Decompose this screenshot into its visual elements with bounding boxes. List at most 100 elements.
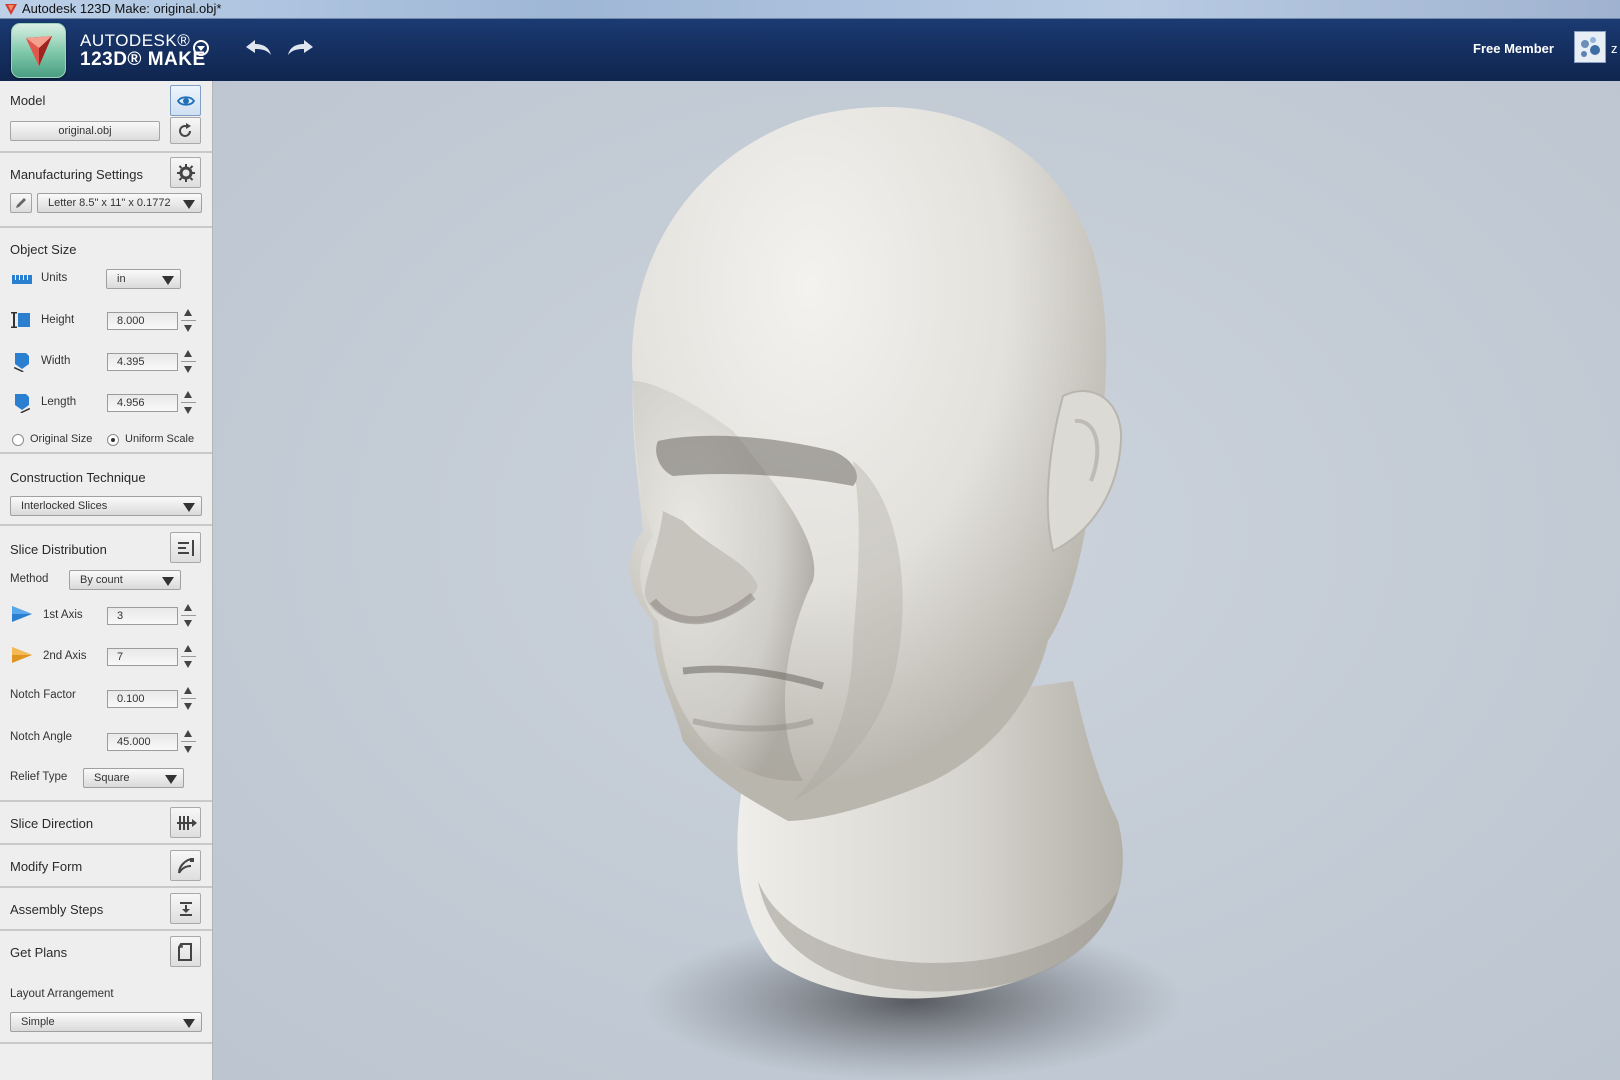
relief-type-label: Relief Type [10, 771, 68, 783]
app-icon [5, 4, 17, 15]
length-label: Length [41, 396, 77, 408]
modify-form-title: Modify Form [10, 859, 83, 874]
logo-icon [26, 36, 52, 66]
section-get-plans: Get Plans Layout Arrangement Simple [0, 931, 212, 1044]
height-icon [11, 312, 30, 328]
reload-model-button[interactable] [170, 117, 201, 144]
user-name[interactable]: z [1611, 41, 1618, 56]
construction-dropdown[interactable]: Interlocked Slices [10, 496, 202, 516]
assembly-icon [180, 902, 192, 916]
head-model[interactable] [213, 81, 1620, 1080]
first-axis-icon [12, 606, 32, 622]
width-input[interactable]: 4.395 [107, 353, 178, 371]
height-input[interactable]: 8.000 [107, 312, 178, 330]
second-axis-input[interactable]: 7 [107, 648, 178, 666]
list-icon [178, 540, 194, 556]
get-plans-button[interactable] [170, 936, 201, 967]
chevron-down-icon [183, 503, 195, 512]
membership-status[interactable]: Free Member [1473, 41, 1554, 56]
method-value: By count [80, 574, 123, 586]
manufacturing-settings-button[interactable] [170, 157, 201, 188]
relief-type-value: Square [94, 772, 130, 784]
app-logo[interactable] [11, 23, 66, 78]
chevron-down-icon [162, 577, 174, 586]
layout-arrangement-dropdown[interactable]: Simple [10, 1012, 202, 1032]
length-input[interactable]: 4.956 [107, 394, 178, 412]
second-axis-icon [12, 647, 32, 663]
length-icon [15, 394, 31, 413]
slice-direction-title: Slice Direction [10, 816, 94, 831]
slice-distribution-button[interactable] [170, 532, 201, 563]
redo-button[interactable] [286, 37, 316, 59]
original-size-label: Original Size [30, 433, 93, 445]
layout-arrangement-value: Simple [21, 1016, 55, 1028]
first-axis-input[interactable]: 3 [107, 607, 178, 625]
length-stepper[interactable] [181, 388, 196, 418]
window-title: Autodesk 123D Make: original.obj* [22, 1, 222, 16]
width-label: Width [41, 355, 71, 367]
toggle-model-visibility-button[interactable] [170, 85, 201, 116]
undo-button[interactable] [243, 37, 273, 59]
second-axis-stepper[interactable] [181, 642, 196, 672]
app-menu-button[interactable] [193, 40, 209, 56]
width-stepper[interactable] [181, 347, 196, 377]
slice-distribution-title: Slice Distribution [10, 542, 107, 557]
assembly-steps-title: Assembly Steps [10, 902, 104, 917]
relief-type-dropdown[interactable]: Square [83, 768, 184, 788]
layout-arrangement-label: Layout Arrangement [10, 988, 114, 1000]
second-axis-label: 2nd Axis [43, 650, 87, 662]
section-slice-direction: Slice Direction [0, 802, 212, 845]
section-model: Model original.obj [0, 81, 212, 153]
app-header: AUTODESK® 123D® MAKE Free Member z [0, 19, 1620, 81]
redo-icon [288, 40, 313, 55]
notch-angle-stepper[interactable] [181, 727, 196, 757]
section-object-size: Object Size Units in Height 8.000 Width … [0, 228, 212, 454]
pencil-icon [16, 198, 26, 208]
notch-factor-stepper[interactable] [181, 684, 196, 714]
modify-form-button[interactable] [170, 850, 201, 881]
section-modify-form: Modify Form [0, 845, 212, 888]
notch-angle-input[interactable]: 45.000 [107, 733, 178, 751]
document-icon [178, 943, 192, 961]
first-axis-stepper[interactable] [181, 601, 196, 631]
object-size-title: Object Size [10, 242, 77, 257]
notch-factor-input[interactable]: 0.100 [107, 690, 178, 708]
construction-title: Construction Technique [10, 470, 146, 485]
modify-form-icon [178, 858, 194, 874]
slice-direction-button[interactable] [170, 807, 201, 838]
chevron-down-icon [165, 775, 177, 784]
3d-viewport[interactable] [213, 81, 1620, 1080]
user-avatar[interactable] [1574, 31, 1606, 63]
section-manufacturing-settings: Manufacturing Settings Letter 8.5" x 11"… [0, 153, 212, 228]
units-dropdown[interactable]: in [106, 269, 181, 289]
ruler-icon [12, 275, 32, 284]
height-label: Height [41, 314, 75, 326]
notch-factor-label: Notch Factor [10, 689, 76, 701]
manufacturing-title: Manufacturing Settings [10, 167, 143, 182]
method-label: Method [10, 573, 49, 585]
chevron-down-icon [183, 200, 195, 209]
section-assembly-steps: Assembly Steps [0, 888, 212, 931]
notch-angle-label: Notch Angle [10, 731, 73, 743]
first-axis-label: 1st Axis [43, 609, 83, 621]
height-stepper[interactable] [181, 306, 196, 336]
eye-icon [177, 96, 195, 106]
get-plans-title: Get Plans [10, 945, 68, 960]
construction-value: Interlocked Slices [21, 500, 108, 512]
chevron-down-icon [162, 276, 174, 285]
section-construction-technique: Construction Technique Interlocked Slice… [0, 454, 212, 526]
sheet-size-dropdown[interactable]: Letter 8.5" x 11" x 0.1772 [37, 193, 202, 213]
section-slice-distribution: Slice Distribution Method By count 1st A… [0, 526, 212, 802]
model-file-button[interactable]: original.obj [10, 121, 160, 141]
units-label: Units [41, 272, 68, 284]
uniform-scale-radio[interactable] [107, 434, 119, 446]
gear-icon [177, 164, 195, 182]
method-dropdown[interactable]: By count [69, 570, 181, 590]
chevron-down-icon [183, 1019, 195, 1028]
original-size-radio[interactable] [12, 434, 24, 446]
brand-autodesk: AUTODESK® [80, 31, 191, 50]
edit-material-button[interactable] [10, 193, 32, 213]
sheet-size-value: Letter 8.5" x 11" x 0.1772 [48, 197, 171, 209]
width-icon [13, 353, 29, 372]
assembly-steps-button[interactable] [170, 893, 201, 924]
